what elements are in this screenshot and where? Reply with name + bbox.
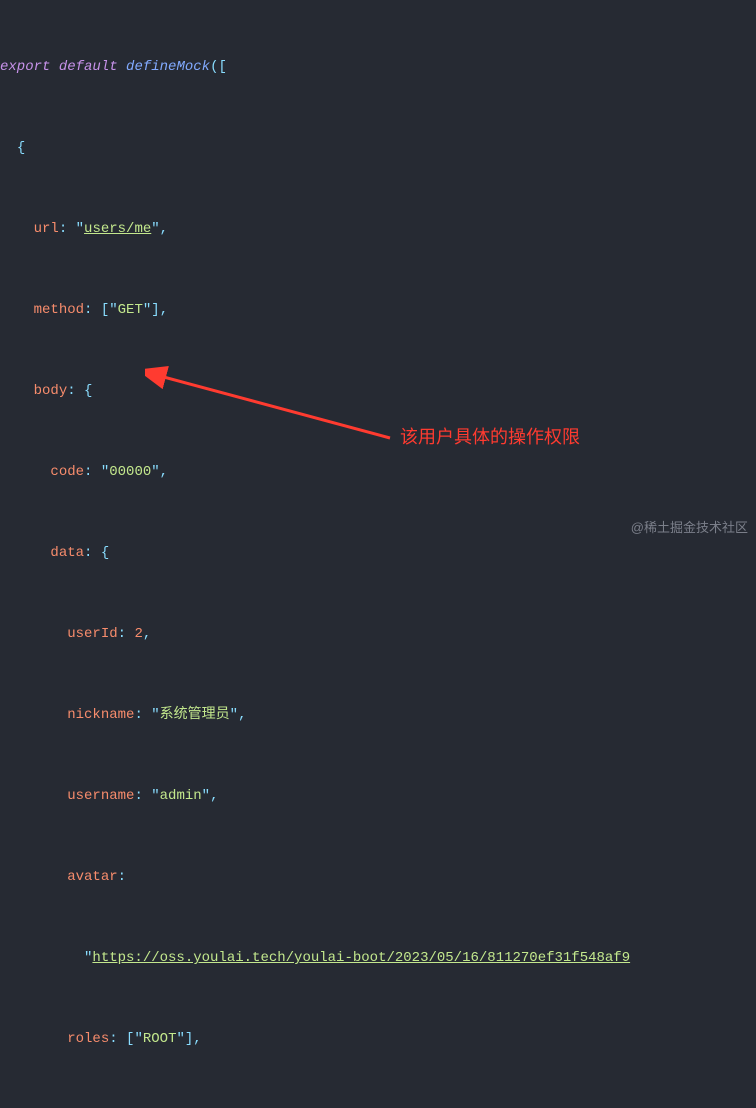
val-userId: 2: [134, 621, 142, 648]
code-line: avatar:: [0, 864, 756, 891]
val-role: ROOT: [143, 1026, 177, 1053]
code-line: roles: ["ROOT"],: [0, 1026, 756, 1053]
code-line: url: "users/me",: [0, 216, 756, 243]
brace: {: [17, 135, 25, 162]
val-method: GET: [118, 297, 143, 324]
code-block: export default defineMock([ { url: "user…: [0, 0, 756, 1108]
val-nickname: 系统管理员: [160, 702, 230, 729]
prop-code: code: [50, 459, 84, 486]
code-line: body: {: [0, 378, 756, 405]
punct: ([: [210, 54, 227, 81]
code-line: userId: 2,: [0, 621, 756, 648]
prop-body: body: [34, 378, 68, 405]
prop-avatar: avatar: [67, 864, 117, 891]
fn-defineMock: defineMock: [126, 54, 210, 81]
keyword-default: default: [59, 54, 118, 81]
prop-perms: perms: [67, 1107, 109, 1108]
code-line: {: [0, 135, 756, 162]
code-line: export default defineMock([: [0, 54, 756, 81]
code-line: perms: [: [0, 1107, 756, 1108]
val-avatar: https://oss.youlai.tech/youlai-boot/2023…: [92, 945, 630, 972]
prop-method: method: [34, 297, 84, 324]
code-line: "https://oss.youlai.tech/youlai-boot/202…: [0, 945, 756, 972]
code-line: nickname: "系统管理员",: [0, 702, 756, 729]
code-line: method: ["GET"],: [0, 297, 756, 324]
keyword-export: export: [0, 54, 50, 81]
prop-url: url: [34, 216, 59, 243]
val-username: admin: [160, 783, 202, 810]
code-line: username: "admin",: [0, 783, 756, 810]
prop-userId: userId: [67, 621, 117, 648]
annotation-text: 该用户具体的操作权限: [400, 420, 580, 455]
prop-nickname: nickname: [67, 702, 134, 729]
code-line: code: "00000",: [0, 459, 756, 486]
prop-username: username: [67, 783, 134, 810]
watermark: @稀土掘金技术社区: [631, 515, 748, 540]
val-code: 00000: [109, 459, 151, 486]
prop-roles: roles: [67, 1026, 109, 1053]
val-url: users/me: [84, 216, 151, 243]
